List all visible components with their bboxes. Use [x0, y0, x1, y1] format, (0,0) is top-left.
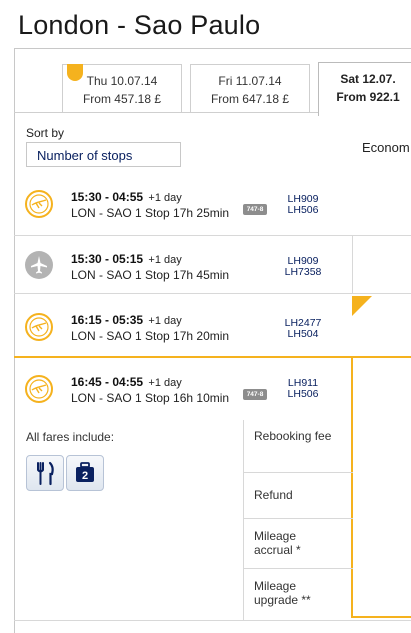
- lufthansa-crane-icon: [25, 313, 53, 341]
- date-tab-fri[interactable]: Fri 11.07.14 From 647.18 £: [190, 64, 310, 112]
- flight-row[interactable]: 15:30 - 04:55 +1 day LON - SAO 1 Stop 17…: [14, 176, 411, 234]
- flight-numbers[interactable]: LH909 LH506: [274, 194, 332, 216]
- flight-times: 15:30 - 05:15 +1 day: [71, 252, 182, 266]
- feature-label: Mileage accrual *: [254, 529, 301, 557]
- flight-number: LH506: [287, 204, 319, 216]
- flight-route: LON - SAO 1 Stop 17h 20min: [71, 329, 230, 343]
- feature-label: Refund: [254, 488, 293, 502]
- date-tab-date: Sat 12.07.: [340, 72, 396, 86]
- bottom-divider: [14, 620, 411, 621]
- baggage-icon[interactable]: 2: [66, 455, 104, 491]
- aircraft-badge: 747-8: [243, 389, 267, 400]
- meal-icon[interactable]: [26, 455, 64, 491]
- flight-numbers[interactable]: LH909 LH7358: [274, 256, 332, 278]
- date-tab-price: From 457.18 £: [82, 92, 162, 106]
- lufthansa-crane-icon: [25, 375, 53, 403]
- date-tab-sat[interactable]: Sat 12.07. From 922.1: [318, 62, 411, 116]
- lufthansa-crane-icon: [25, 190, 53, 218]
- flight-route: LON - SAO 1 Stop 16h 10min: [71, 391, 230, 405]
- selected-column-bottom: [351, 616, 411, 618]
- page-title: London - Sao Paulo: [18, 10, 261, 40]
- fares-include-label: All fares include:: [26, 430, 115, 444]
- next-day-label: +1 day: [148, 192, 182, 204]
- aircraft-badge: 747-8: [243, 204, 267, 215]
- feature-row: Mileage upgrade **: [243, 568, 353, 620]
- airplane-icon: [25, 251, 53, 279]
- sort-label: Sort by: [26, 126, 65, 140]
- flight-times: 16:45 - 04:55 +1 day: [71, 375, 182, 389]
- selected-flag-icon: [67, 64, 83, 81]
- flight-time: 15:30 - 05:15: [71, 252, 144, 266]
- flight-times: 15:30 - 04:55 +1 day: [71, 190, 182, 204]
- baggage-count: 2: [82, 470, 88, 482]
- feature-row: Refund: [243, 472, 353, 518]
- flight-times: 16:15 - 05:35 +1 day: [71, 313, 182, 327]
- flight-time: 16:15 - 05:35: [71, 313, 144, 327]
- selected-corner-flag-icon: [352, 296, 372, 316]
- flight-route: LON - SAO 1 Stop 17h 25min: [71, 206, 230, 220]
- flight-numbers[interactable]: LH911 LH506: [274, 378, 332, 400]
- flight-time: 15:30 - 04:55: [71, 190, 144, 204]
- sort-select[interactable]: Number of stops: [26, 142, 181, 167]
- date-tab-thu[interactable]: Thu 10.07.14 From 457.18 £: [62, 64, 182, 112]
- date-tab-price: From 922.1: [336, 90, 400, 104]
- feature-label: Rebooking fee: [254, 429, 332, 443]
- next-day-label: +1 day: [148, 254, 182, 266]
- next-day-label: +1 day: [148, 377, 182, 389]
- next-day-label: +1 day: [148, 315, 182, 327]
- fare-column-header: Econom: [362, 140, 410, 155]
- flight-row[interactable]: 15:30 - 05:15 +1 day LON - SAO 1 Stop 17…: [14, 235, 411, 293]
- feature-label: Mileage upgrade **: [254, 579, 311, 607]
- feature-row: Mileage accrual *: [243, 518, 353, 568]
- tab-divider: [14, 112, 318, 113]
- column-divider: [352, 236, 353, 293]
- flight-numbers[interactable]: LH2477 LH504: [274, 318, 332, 340]
- flight-route: LON - SAO 1 Stop 17h 45min: [71, 268, 230, 282]
- flight-time: 16:45 - 04:55: [71, 375, 144, 389]
- feature-row: Rebooking fee: [243, 420, 353, 472]
- flight-number: LH504: [287, 328, 319, 340]
- date-tab-price: From 647.18 £: [210, 92, 290, 106]
- date-tab-date: Fri 11.07.14: [218, 74, 282, 88]
- flight-number: LH7358: [284, 266, 322, 278]
- flight-number: LH506: [287, 388, 319, 400]
